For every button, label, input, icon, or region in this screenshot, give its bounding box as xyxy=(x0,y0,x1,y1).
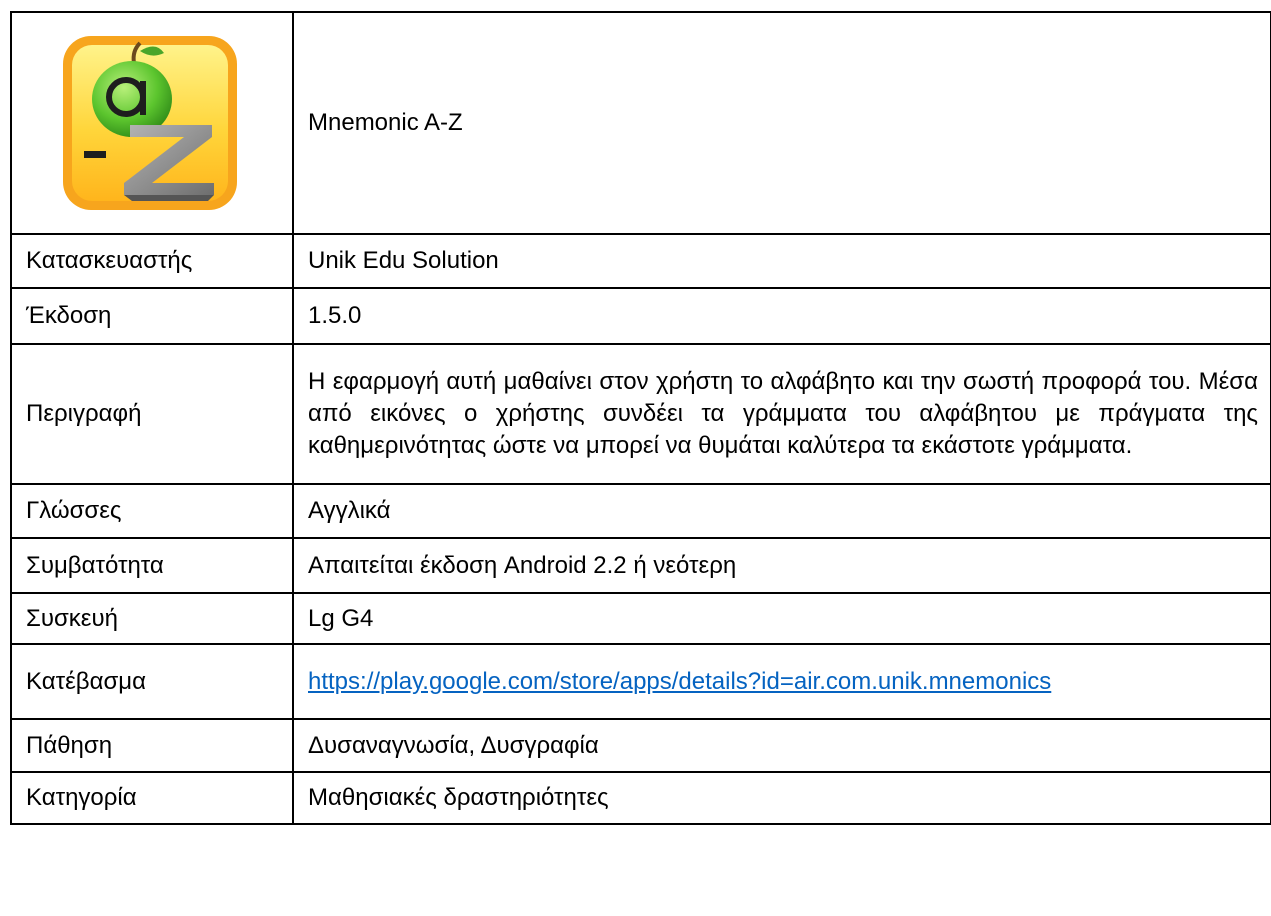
value-compatibility: Απαιτείται έκδοση Android 2.2 ή νεότερη xyxy=(292,537,1271,594)
value-device: Lg G4 xyxy=(292,592,1271,645)
header-row: Mnemonic A-Z xyxy=(10,11,1271,235)
app-logo-icon xyxy=(60,33,240,213)
value-description: Η εφαρμογή αυτή μαθαίνει στον χρήστη το … xyxy=(292,343,1271,485)
app-info-table: Mnemonic A-Z Κατασκευαστής Unik Edu Solu… xyxy=(10,11,1271,825)
value-condition: Δυσαναγνωσία, Δυσγραφία xyxy=(292,718,1271,773)
label-download: Κατέβασμα xyxy=(10,643,294,720)
value-version: 1.5.0 xyxy=(292,287,1271,345)
value-download: https://play.google.com/store/apps/detai… xyxy=(292,643,1271,720)
row-languages: Γλώσσες Αγγλικά xyxy=(10,483,1271,539)
label-description: Περιγραφή xyxy=(10,343,294,485)
value-category: Μαθησιακές δραστηριότητες xyxy=(292,771,1271,825)
label-category: Κατηγορία xyxy=(10,771,294,825)
download-link[interactable]: https://play.google.com/store/apps/detai… xyxy=(308,668,1051,695)
label-manufacturer: Κατασκευαστής xyxy=(10,233,294,289)
value-manufacturer: Unik Edu Solution xyxy=(292,233,1271,289)
label-compatibility: Συμβατότητα xyxy=(10,537,294,594)
label-version: Έκδοση xyxy=(10,287,294,345)
label-device: Συσκευή xyxy=(10,592,294,645)
label-languages: Γλώσσες xyxy=(10,483,294,539)
row-description: Περιγραφή Η εφαρμογή αυτή μαθαίνει στον … xyxy=(10,343,1271,485)
row-compatibility: Συμβατότητα Απαιτείται έκδοση Android 2.… xyxy=(10,537,1271,594)
row-condition: Πάθηση Δυσαναγνωσία, Δυσγραφία xyxy=(10,718,1271,773)
value-languages: Αγγλικά xyxy=(292,483,1271,539)
row-category: Κατηγορία Μαθησιακές δραστηριότητες xyxy=(10,771,1271,825)
row-manufacturer: Κατασκευαστής Unik Edu Solution xyxy=(10,233,1271,289)
logo-cell xyxy=(10,11,294,235)
app-name: Mnemonic A-Z xyxy=(292,11,1271,235)
row-version: Έκδοση 1.5.0 xyxy=(10,287,1271,345)
label-condition: Πάθηση xyxy=(10,718,294,773)
row-device: Συσκευή Lg G4 xyxy=(10,592,1271,645)
row-download: Κατέβασμα https://play.google.com/store/… xyxy=(10,643,1271,720)
